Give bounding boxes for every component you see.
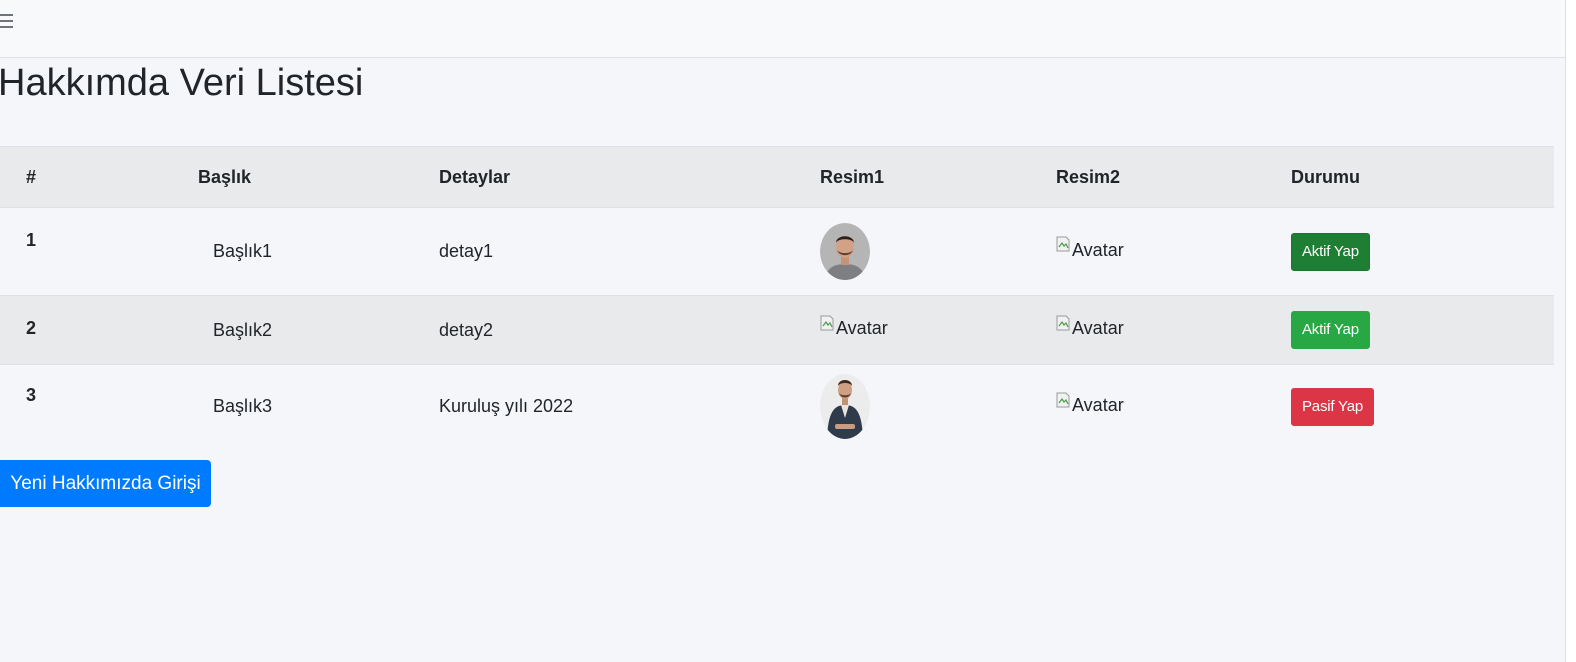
- row-image1-cell: Avatar: [820, 295, 1056, 365]
- row-details: Kuruluş yılı 2022: [439, 396, 574, 417]
- row-image2-cell: Avatar: [1056, 207, 1291, 296]
- row-title: Başlık2: [198, 295, 439, 365]
- row-title: Başlık1: [198, 207, 439, 296]
- avatar-photo-man-gray-shirt: [820, 223, 870, 280]
- header-num: #: [26, 166, 37, 187]
- header-status: Durumu: [1291, 166, 1360, 187]
- broken-image: Avatar: [820, 315, 888, 339]
- row-image2-cell: Avatar: [1056, 365, 1291, 449]
- vertical-scrollbar[interactable]: [1565, 0, 1576, 662]
- broken-image-alt: Avatar: [1072, 395, 1124, 415]
- row-status-cell: Pasif Yap: [1291, 365, 1554, 449]
- row-image1-cell: [820, 365, 1056, 449]
- header-title: Başlık: [198, 166, 252, 187]
- row-status-cell: Aktif Yap: [1291, 295, 1554, 365]
- table-row: 3 Başlık3 Kuruluş yılı 2022 Avatar Pasif…: [0, 365, 1554, 449]
- row-image2-cell: Avatar: [1056, 295, 1291, 365]
- row-image1-cell: [820, 207, 1056, 296]
- avatar-photo-man-dark-shirt: [820, 374, 870, 440]
- activate-button[interactable]: Aktif Yap: [1291, 311, 1370, 349]
- broken-image: Avatar: [1056, 392, 1124, 416]
- row-details: detay1: [439, 207, 820, 296]
- activate-button[interactable]: Aktif Yap: [1291, 232, 1370, 271]
- broken-image-icon: [1056, 315, 1070, 331]
- broken-image: Avatar: [1056, 315, 1124, 339]
- page: Hakkımda Veri Listesi # Başlık Detaylar …: [0, 0, 1576, 662]
- table-body: 1 Başlık1 detay1 Avatar Aktif Yap 2 Başl…: [0, 207, 1554, 449]
- broken-image-icon: [1056, 236, 1070, 252]
- header-image1: Resim1: [820, 166, 885, 187]
- broken-image-alt: Avatar: [836, 318, 888, 339]
- top-navbar: [0, 0, 1566, 58]
- broken-image: Avatar: [1056, 236, 1124, 261]
- table-row: 1 Başlık1 detay1 Avatar Aktif Yap: [0, 207, 1554, 296]
- header-image2: Resim2: [1056, 166, 1121, 187]
- header-details: Detaylar: [439, 166, 511, 187]
- about-data-table: # Başlık Detaylar Resim1 Resim2 Durumu 1…: [0, 146, 1554, 449]
- broken-image-alt: Avatar: [1072, 239, 1124, 260]
- broken-image-icon: [1056, 392, 1070, 407]
- row-number: 1: [0, 207, 198, 296]
- new-about-entry-button[interactable]: Yeni Hakkımızda Girişi: [0, 460, 211, 507]
- broken-image-alt: Avatar: [1072, 318, 1124, 339]
- row-number: 2: [0, 295, 198, 365]
- deactivate-button[interactable]: Pasif Yap: [1291, 387, 1375, 426]
- row-details: detay2: [439, 295, 820, 365]
- hamburger-menu-icon[interactable]: [0, 13, 13, 29]
- table-header: # Başlık Detaylar Resim1 Resim2 Durumu: [0, 146, 1554, 208]
- row-number: 3: [26, 385, 37, 405]
- broken-image-icon: [820, 315, 834, 331]
- row-title: Başlık3: [213, 396, 273, 417]
- table-header-row: # Başlık Detaylar Resim1 Resim2 Durumu: [0, 146, 1554, 208]
- page-title: Hakkımda Veri Listesi: [0, 62, 364, 104]
- row-status-cell: Aktif Yap: [1291, 207, 1554, 296]
- table-row: 2 Başlık2 detay2 Avatar Avatar Aktif Yap: [0, 295, 1554, 365]
